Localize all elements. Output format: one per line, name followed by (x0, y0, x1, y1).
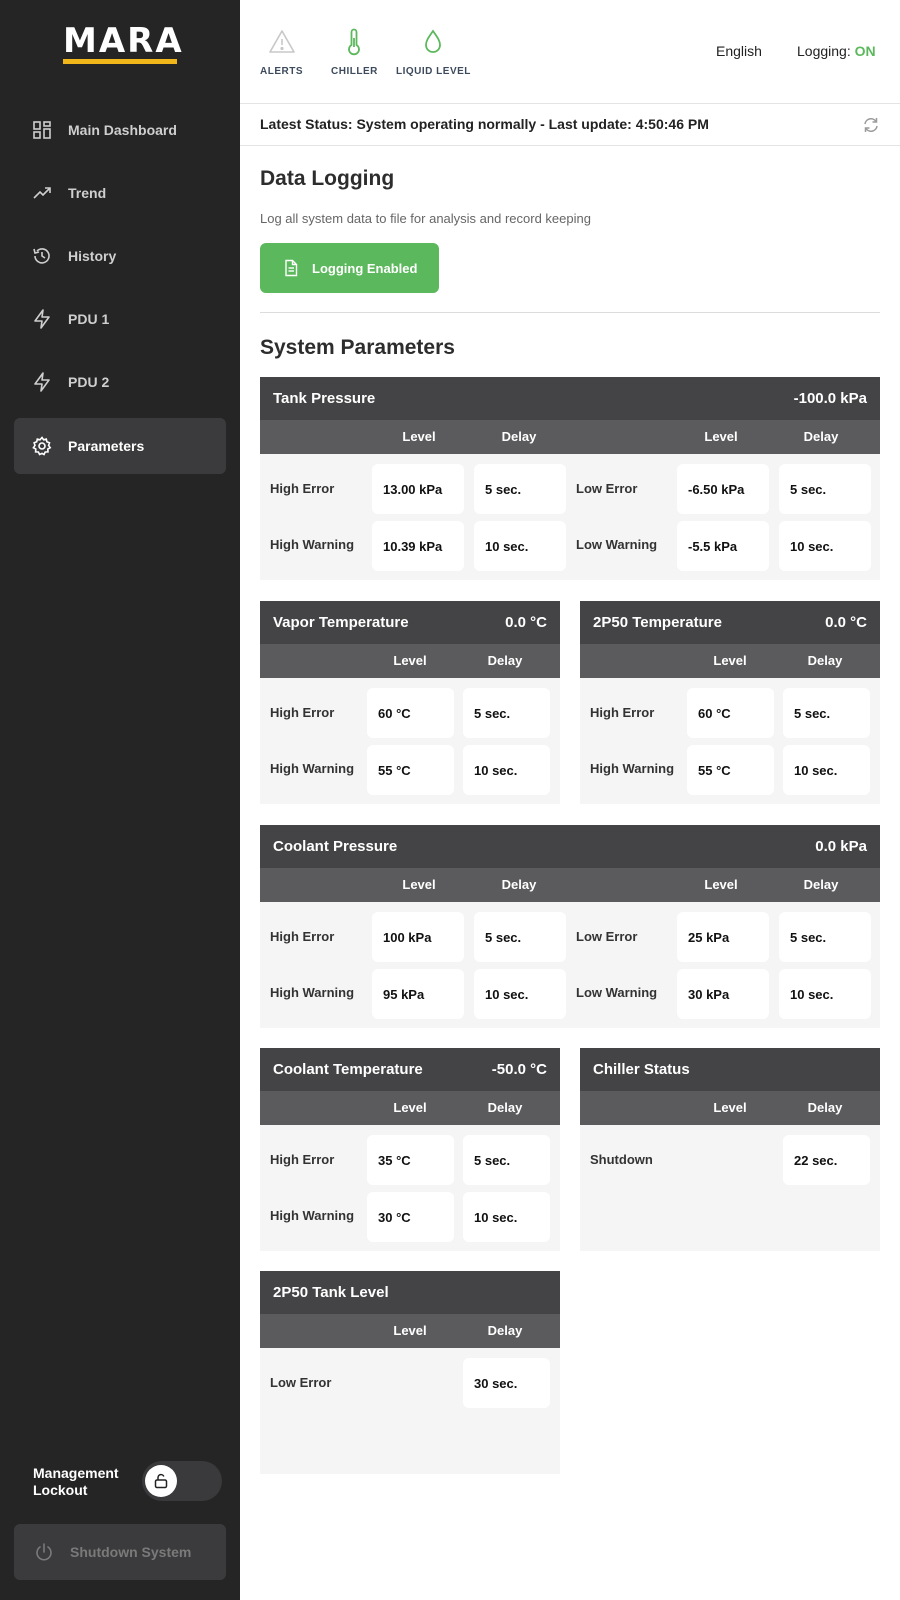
sidebar-item-parameters[interactable]: Parameters (14, 418, 226, 474)
coolant-temperature-reading: -50.0 °C (491, 1061, 547, 1078)
coolant-pressure-low-error-delay[interactable]: 5 sec. (779, 912, 871, 962)
coolant-pressure-low-warning-level[interactable]: 30 kPa (677, 969, 769, 1019)
coolant-temperature-high-error-level[interactable]: 35 °C (367, 1135, 454, 1185)
coolant-pressure-high-error-level[interactable]: 100 kPa (372, 912, 464, 962)
2p50-temperature-high-error-level[interactable]: 60 °C (687, 688, 774, 738)
tank-pressure-low-warning-delay[interactable]: 10 sec. (779, 521, 871, 571)
tank-pressure-low-error-delay[interactable]: 5 sec. (779, 464, 871, 514)
lightning-icon (34, 309, 50, 329)
shutdown-system-button[interactable]: Shutdown System (14, 1524, 226, 1580)
power-icon (36, 1543, 52, 1561)
section-divider (260, 312, 880, 313)
unlock-icon (154, 1473, 168, 1489)
coolant-temperature-high-error-delay[interactable]: 5 sec. (463, 1135, 550, 1185)
tank-pressure-reading: -100.0 kPa (793, 390, 867, 407)
liquid-level-button[interactable]: LIQUID LEVEL (396, 28, 471, 77)
tank-pressure-high-warning-delay[interactable]: 10 sec. (474, 521, 566, 571)
coolant-pressure-high-warning-delay[interactable]: 10 sec. (474, 969, 566, 1019)
sidebar-item-history[interactable]: History (14, 228, 226, 284)
tank-level-low-error-delay[interactable]: 30 sec. (463, 1358, 550, 1408)
chiller-status-card: Chiller Status Level Delay Shutdown 22 s… (580, 1048, 880, 1251)
tank-pressure-high-error-level[interactable]: 13.00 kPa (372, 464, 464, 514)
logging-status: Logging: ON (797, 43, 876, 59)
vapor-temperature-card: Vapor Temperature 0.0 °C Level Delay Hig… (260, 601, 560, 804)
2p50-temperature-card: 2P50 Temperature 0.0 °C Level Delay High… (580, 601, 880, 804)
logging-status-value: ON (854, 43, 876, 59)
dashboard-grid-icon (33, 121, 51, 139)
tank-pressure-low-warning-level[interactable]: -5.5 kPa (677, 521, 769, 571)
vapor-temperature-reading: 0.0 °C (505, 614, 547, 631)
tank-pressure-high-error-delay[interactable]: 5 sec. (474, 464, 566, 514)
vapor-temperature-high-error-delay[interactable]: 5 sec. (463, 688, 550, 738)
coolant-pressure-high-warning-level[interactable]: 95 kPa (372, 969, 464, 1019)
2p50-tank-level-card: 2P50 Tank Level Level Delay Low Error 30… (260, 1271, 560, 1474)
management-lockout-label: Management Lockout (33, 1465, 119, 1498)
vapor-temperature-high-warning-level[interactable]: 55 °C (367, 745, 454, 795)
data-logging-description: Log all system data to file for analysis… (260, 211, 591, 226)
sidebar-item-trend[interactable]: Trend (14, 165, 226, 221)
logging-enabled-button[interactable]: Logging Enabled (260, 243, 439, 293)
chiller-shutdown-delay[interactable]: 22 sec. (783, 1135, 870, 1185)
tank-pressure-low-error-level[interactable]: -6.50 kPa (677, 464, 769, 514)
data-logging-title: Data Logging (260, 167, 395, 190)
lightning-icon (34, 372, 50, 392)
coolant-pressure-card: Coolant Pressure 0.0 kPa Level Delay Lev… (260, 825, 880, 1028)
coolant-pressure-low-error-level[interactable]: 25 kPa (677, 912, 769, 962)
status-text: Latest Status: System operating normally… (260, 116, 709, 132)
gear-icon (32, 436, 52, 456)
language-selector[interactable]: English (716, 43, 762, 59)
coolant-temperature-high-warning-delay[interactable]: 10 sec. (463, 1192, 550, 1242)
vapor-temperature-high-warning-delay[interactable]: 10 sec. (463, 745, 550, 795)
2p50-temperature-high-error-delay[interactable]: 5 sec. (783, 688, 870, 738)
2p50-temperature-high-warning-level[interactable]: 55 °C (687, 745, 774, 795)
thermometer-icon (348, 28, 361, 56)
mara-logo: MARA (63, 24, 184, 64)
refresh-icon[interactable] (862, 116, 880, 134)
sidebar-item-main-dashboard[interactable]: Main Dashboard (14, 102, 226, 158)
document-icon (285, 259, 298, 277)
alerts-button[interactable]: ALERTS (260, 28, 303, 77)
sidebar-item-pdu-2[interactable]: PDU 2 (14, 354, 226, 410)
droplet-icon (425, 29, 442, 53)
top-bar: ALERTS CHILLER LIQUID LEVEL English Logg… (240, 0, 900, 104)
system-parameters-title: System Parameters (260, 336, 455, 359)
history-icon (33, 248, 50, 264)
tank-pressure-high-warning-level[interactable]: 10.39 kPa (372, 521, 464, 571)
sidebar: MARA Main Dashboard Trend History PDU 1 … (0, 0, 240, 1600)
coolant-temperature-card: Coolant Temperature -50.0 °C Level Delay… (260, 1048, 560, 1251)
coolant-pressure-low-warning-delay[interactable]: 10 sec. (779, 969, 871, 1019)
coolant-pressure-reading: 0.0 kPa (815, 838, 867, 855)
sidebar-item-pdu-1[interactable]: PDU 1 (14, 291, 226, 347)
tank-pressure-card: Tank Pressure -100.0 kPa Level Delay Lev… (260, 377, 880, 580)
2p50-temperature-reading: 0.0 °C (825, 614, 867, 631)
coolant-pressure-high-error-delay[interactable]: 5 sec. (474, 912, 566, 962)
trend-icon (33, 187, 51, 199)
vapor-temperature-high-error-level[interactable]: 60 °C (367, 688, 454, 738)
status-bar: Latest Status: System operating normally… (240, 104, 900, 146)
coolant-temperature-high-warning-level[interactable]: 30 °C (367, 1192, 454, 1242)
warning-triangle-icon (268, 30, 295, 53)
management-lockout-toggle[interactable] (142, 1461, 222, 1501)
2p50-temperature-high-warning-delay[interactable]: 10 sec. (783, 745, 870, 795)
chiller-button[interactable]: CHILLER (331, 28, 378, 77)
